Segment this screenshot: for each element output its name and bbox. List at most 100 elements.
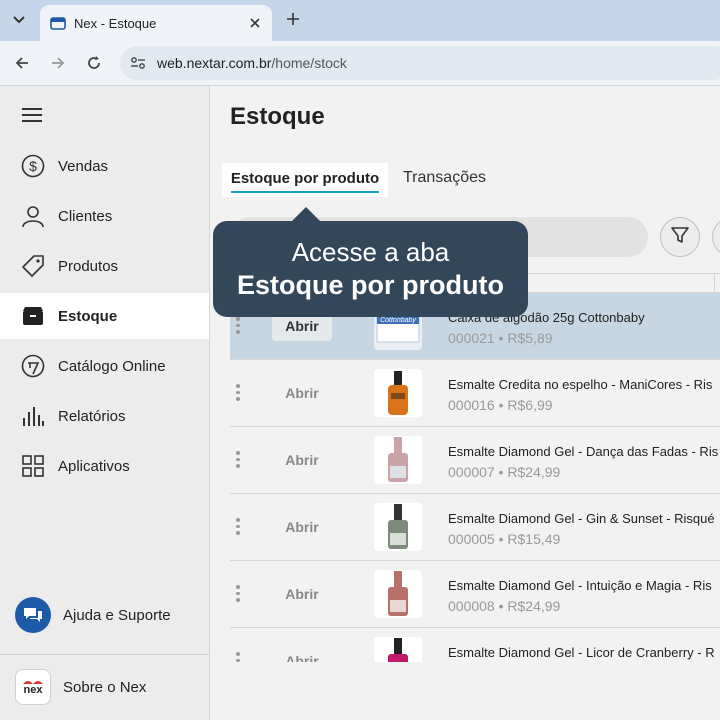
product-meta: 000005 • R$15,49 <box>448 531 561 547</box>
sidebar-item-aplicativos[interactable]: Aplicativos <box>0 443 209 489</box>
product-meta: 000021 • R$5,89 <box>448 330 553 346</box>
close-icon[interactable] <box>244 12 266 34</box>
product-code: 000008 <box>448 598 495 614</box>
sidebar-item-label: Catálogo Online <box>58 357 166 375</box>
back-arrow-icon[interactable] <box>10 51 34 75</box>
product-name: Esmalte Diamond Gel - Dança das Fadas - … <box>448 444 719 459</box>
tooltip-line-2: Estoque por produto <box>237 270 504 300</box>
sidebar-item-catalogo-online[interactable]: Catálogo Online <box>0 343 209 389</box>
new-tab-plus-icon[interactable] <box>282 8 304 30</box>
open-button[interactable]: Abrir <box>272 512 332 542</box>
browser-tab-bar: Nex - Estoque <box>0 0 720 41</box>
table-row[interactable]: Abrir Esmalte Credita no espelho - ManiC… <box>230 360 720 427</box>
product-name: Esmalte Diamond Gel - Intuição e Magia -… <box>448 578 712 593</box>
url-text: web.nextar.com.br/home/stock <box>157 55 347 71</box>
about-label: Sobre o Nex <box>63 678 147 696</box>
sidebar-item-produtos[interactable]: Produtos <box>0 243 209 289</box>
sidebar-item-relatorios[interactable]: Relatórios <box>0 393 209 439</box>
product-meta: 000008 • R$24,99 <box>448 598 561 614</box>
sidebar: $ Vendas Clientes Produtos Estoque Catál… <box>0 86 210 720</box>
row-menu-dots-icon[interactable] <box>235 384 241 404</box>
forward-arrow-icon[interactable] <box>46 51 70 75</box>
help-label: Ajuda e Suporte <box>63 606 171 624</box>
product-thumbnail <box>374 436 422 484</box>
tag-icon <box>20 253 46 279</box>
address-bar[interactable]: web.nextar.com.br/home/stock <box>120 46 720 80</box>
product-thumbnail <box>374 570 422 618</box>
about-nex-link[interactable]: nex Sobre o Nex <box>0 664 209 710</box>
sidebar-item-label: Estoque <box>58 307 118 325</box>
tab-transacoes[interactable]: Transações <box>403 169 486 187</box>
row-menu-dots-icon[interactable] <box>235 317 241 337</box>
product-code: 000007 <box>448 464 495 480</box>
url-path: /home/stock <box>271 55 347 71</box>
table-row[interactable]: Abrir Esmalte Diamond Gel - Licor de Cra… <box>230 628 720 662</box>
url-host: web.nextar.com.br <box>157 55 272 71</box>
sidebar-divider <box>0 654 209 655</box>
sidebar-item-estoque[interactable]: Estoque <box>0 293 209 339</box>
product-name: Esmalte Diamond Gel - Licor de Cranberry… <box>448 645 715 660</box>
box-icon <box>20 303 46 329</box>
product-thumbnail <box>374 369 422 417</box>
sidebar-item-label: Clientes <box>58 207 113 225</box>
product-code: 000016 <box>448 397 495 413</box>
chat-support-icon <box>15 597 51 633</box>
product-thumbnail <box>374 503 422 551</box>
open-button[interactable]: Abrir <box>272 378 332 408</box>
sidebar-item-label: Aplicativos <box>58 457 130 475</box>
product-price: R$6,99 <box>507 397 553 413</box>
sidebar-item-label: Vendas <box>58 157 109 175</box>
column-divider <box>714 274 715 292</box>
browser-toolbar: web.nextar.com.br/home/stock <box>0 41 720 86</box>
product-table: Abrir Cottonbaby Caixa de algodão 25g Co… <box>230 293 720 662</box>
open-button[interactable]: Abrir <box>272 579 332 609</box>
tooltip-line-1: Acesse a aba <box>291 237 450 267</box>
row-menu-dots-icon[interactable] <box>235 451 241 471</box>
tab-search-chevron-icon[interactable] <box>6 7 32 33</box>
product-name: Esmalte Diamond Gel - Gin & Sunset - Ris… <box>448 511 715 526</box>
svg-text:$: $ <box>29 158 37 174</box>
tab-label: Estoque por produto <box>230 170 380 193</box>
page-title: Estoque <box>230 103 325 130</box>
table-row[interactable]: Abrir Esmalte Diamond Gel - Intuição e M… <box>230 561 720 628</box>
bar-chart-icon <box>20 403 46 429</box>
product-price: R$5,89 <box>507 330 553 346</box>
row-menu-dots-icon[interactable] <box>235 585 241 605</box>
nex-logo-icon: nex <box>15 669 51 705</box>
site-settings-icon[interactable] <box>128 53 148 73</box>
nex-logo-text: nex <box>23 684 43 696</box>
hamburger-menu-icon[interactable] <box>22 108 46 128</box>
sidebar-item-label: Relatórios <box>58 407 126 425</box>
nex-favicon-icon <box>50 17 66 30</box>
help-support-link[interactable]: Ajuda e Suporte <box>0 592 209 638</box>
reload-icon[interactable] <box>82 51 106 75</box>
tab-estoque-por-produto[interactable]: Estoque por produto <box>222 163 388 197</box>
product-price: R$15,49 <box>507 531 561 547</box>
product-logo-text: Cottonbaby <box>380 317 416 324</box>
dollar-circle-icon: $ <box>20 153 46 179</box>
tab-title: Nex - Estoque <box>74 15 157 31</box>
product-name: Esmalte Credita no espelho - ManiCores -… <box>448 377 713 392</box>
product-code: 000005 <box>448 531 495 547</box>
open-button[interactable]: Abrir <box>272 445 332 475</box>
row-menu-dots-icon[interactable] <box>235 518 241 538</box>
open-button[interactable]: Abrir <box>272 646 332 662</box>
sidebar-item-vendas[interactable]: $ Vendas <box>0 143 209 189</box>
person-icon <box>20 203 46 229</box>
table-row[interactable]: Abrir Esmalte Diamond Gel - Dança das Fa… <box>230 427 720 494</box>
more-options-button[interactable] <box>712 217 720 257</box>
filter-button[interactable] <box>660 217 700 257</box>
table-row[interactable]: Abrir Esmalte Diamond Gel - Gin & Sunset… <box>230 494 720 561</box>
catalog-icon <box>20 353 46 379</box>
row-menu-dots-icon[interactable] <box>235 652 241 662</box>
apps-grid-icon <box>20 453 46 479</box>
browser-tab[interactable]: Nex - Estoque <box>40 5 272 41</box>
sidebar-item-label: Produtos <box>58 257 119 275</box>
product-code: 000021 <box>448 330 495 346</box>
onboarding-tooltip: Acesse a aba Estoque por produto <box>213 221 528 317</box>
main-content: Estoque Estoque por produto Transações A… <box>210 86 720 720</box>
product-price: R$24,99 <box>507 598 561 614</box>
filter-icon <box>670 225 690 250</box>
sidebar-item-clientes[interactable]: Clientes <box>0 193 209 239</box>
product-thumbnail <box>374 637 422 662</box>
